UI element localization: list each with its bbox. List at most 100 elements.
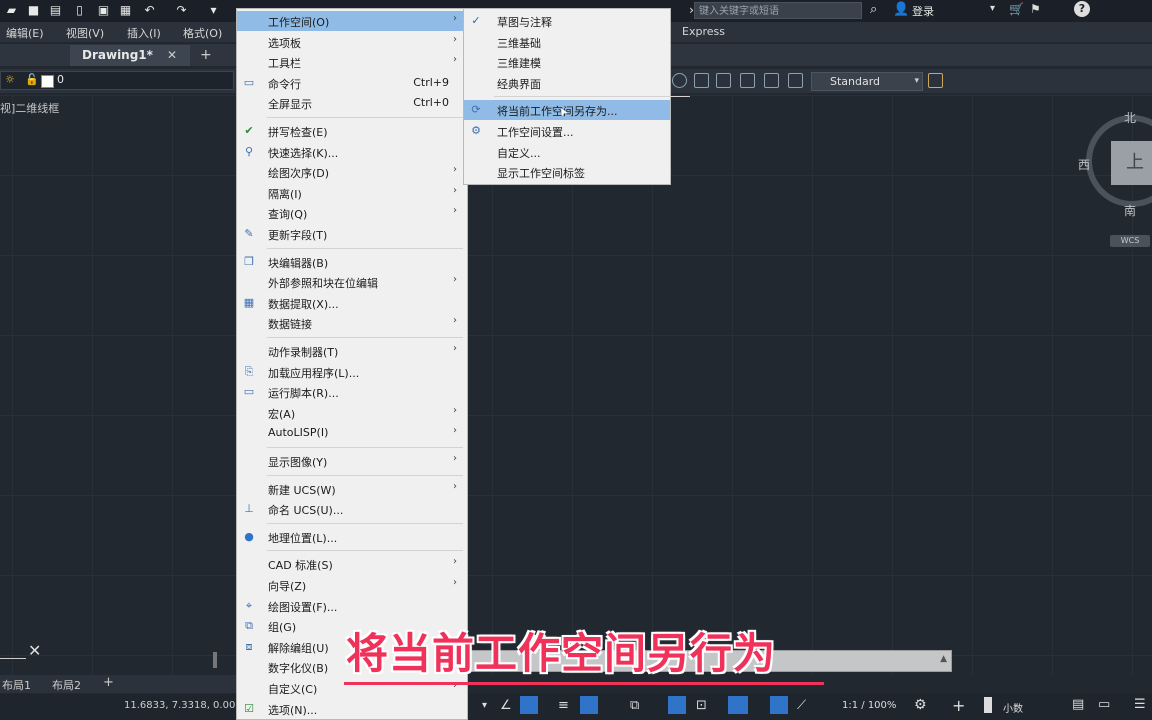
help-icon[interactable]: ? — [1074, 1, 1090, 17]
clean-screen-icon[interactable]: ▭ — [1098, 697, 1110, 712]
menu-item[interactable]: ☑ 选项(N)... — [237, 699, 467, 719]
menu-item[interactable]: ▭ 运行脚本(R)... — [237, 382, 467, 402]
selection-cycle-icon[interactable]: ⧉ — [630, 698, 639, 713]
customize-icon[interactable]: ☰ — [1134, 697, 1146, 712]
user-icon[interactable]: 👤 — [893, 2, 909, 17]
dim-arc-icon[interactable] — [740, 73, 755, 88]
dim-update-icon[interactable] — [788, 73, 803, 88]
chevron-down-icon[interactable]: ▾ — [990, 3, 995, 14]
annotation-scale[interactable]: 1:1 / 100% — [842, 700, 896, 711]
menu-item[interactable]: 自定义(C) › — [237, 678, 467, 698]
menu-edit[interactable]: 编辑(E) — [6, 25, 44, 41]
tab-layout1[interactable]: 布局1 — [2, 677, 31, 693]
isolate-icon[interactable] — [984, 697, 992, 713]
menu-item[interactable]: ✎ 更新字段(T) — [237, 224, 467, 244]
tab-layout2[interactable]: 布局2 — [52, 677, 81, 693]
chevron-up-icon[interactable]: ▲ — [940, 654, 947, 664]
open-icon[interactable]: ▰ — [4, 3, 19, 18]
multileader-style-icon[interactable] — [928, 73, 943, 88]
close-icon[interactable]: ✕ — [28, 641, 41, 660]
autodesk-apps-icon[interactable]: ⚑ — [1030, 2, 1041, 16]
menu-item[interactable]: 外部参照和块在位编辑 › — [237, 272, 467, 292]
grid-icon[interactable] — [520, 696, 538, 714]
save-as-icon[interactable]: ▤ — [48, 3, 63, 18]
compass-north[interactable]: 北 — [1124, 109, 1136, 126]
dim-angular-icon[interactable] — [716, 73, 731, 88]
menu-item[interactable]: 动作录制器(T) › — [237, 341, 467, 361]
tab-drawing1[interactable]: Drawing1* ✕ — [70, 45, 190, 66]
annotation-monitor-icon[interactable]: ⊡ — [696, 698, 707, 713]
menu-item[interactable]: ⚙ 工作空间设置... — [464, 121, 670, 141]
cmdline-handle[interactable] — [213, 652, 217, 668]
compass-west[interactable]: 西 — [1078, 156, 1090, 173]
menu-item[interactable]: ⌖ 绘图设置(F)... — [237, 596, 467, 616]
osnap-icon[interactable] — [668, 696, 686, 714]
redo-icon[interactable]: ↷ — [174, 3, 189, 18]
menu-item[interactable]: ⚲ 快速选择(K)... — [237, 142, 467, 162]
save-icon[interactable]: ■ — [26, 3, 41, 18]
menu-item[interactable]: 三维建模 — [464, 52, 670, 72]
units-value[interactable]: 小数 — [1003, 700, 1023, 715]
dim-tool-icon[interactable] — [694, 73, 709, 88]
menu-item[interactable]: 显示图像(Y) › — [237, 451, 467, 471]
menu-item[interactable]: 选项板 › — [237, 32, 467, 52]
gear-icon[interactable]: ⚙ — [914, 697, 927, 713]
annotation-visibility-icon[interactable] — [770, 696, 788, 714]
undo-icon[interactable]: ↶ — [142, 3, 157, 18]
coordinate-readout[interactable]: 11.6833, 7.3318, 0.000 — [124, 700, 242, 711]
menu-item[interactable]: 绘图次序(D) › — [237, 162, 467, 182]
menu-item[interactable]: 全屏显示 Ctrl+0 — [237, 93, 467, 113]
autoscale-icon[interactable]: ⟋ — [797, 698, 806, 713]
menu-insert[interactable]: 插入(I) — [127, 25, 161, 41]
menu-item[interactable]: ● 地理位置(L)... — [237, 527, 467, 547]
cart-icon[interactable]: 🛒 — [1009, 2, 1024, 16]
search-icon[interactable]: ⌕ — [870, 2, 877, 17]
menu-item[interactable]: AutoLISP(I) › — [237, 423, 467, 443]
menu-item[interactable]: ▦ 数据提取(X)... — [237, 293, 467, 313]
menu-item[interactable]: 工具栏 › — [237, 52, 467, 72]
lineweight-icon[interactable]: ≡ — [558, 698, 569, 713]
menu-item[interactable]: ⊥ 命名 UCS(U)... — [237, 499, 467, 519]
menu-item[interactable]: 查询(Q) › — [237, 203, 467, 223]
menu-item[interactable]: 隔离(I) › — [237, 183, 467, 203]
transparency-icon[interactable] — [580, 696, 598, 714]
menu-item[interactable]: 显示工作空间标签 — [464, 162, 670, 182]
menu-express[interactable]: Express — [682, 25, 725, 38]
menu-item[interactable]: ❒ 块编辑器(B) — [237, 252, 467, 272]
add-layout-button[interactable]: + — [103, 675, 114, 690]
menu-item[interactable]: 新建 UCS(W) › — [237, 479, 467, 499]
menu-item[interactable]: 三维基础 — [464, 32, 670, 52]
wcs-menu[interactable]: WCS — [1110, 235, 1150, 247]
new-tab-button[interactable]: + — [200, 47, 212, 63]
menu-item[interactable]: ▭ 命令行 Ctrl+9 — [237, 73, 467, 93]
plus-icon[interactable]: + — [952, 696, 965, 715]
search-input[interactable]: 键入关键字或短语 — [694, 2, 862, 19]
menu-item[interactable]: 经典界面 — [464, 73, 670, 93]
workspace-switch-icon[interactable] — [728, 696, 748, 714]
menu-item[interactable]: 自定义... — [464, 142, 670, 162]
circle-tool-icon[interactable] — [672, 73, 687, 88]
layer-control[interactable]: ☼ 🔓 0 — [0, 71, 234, 90]
chevron-down-icon[interactable]: ▾ — [482, 700, 487, 711]
text-style-dropdown[interactable]: Standard ▾ — [811, 72, 923, 91]
menu-item[interactable]: ✓ 草图与注释 — [464, 11, 670, 31]
print-icon[interactable]: ▦ — [118, 3, 133, 18]
menu-item[interactable]: 数据链接 › — [237, 313, 467, 333]
compass-south[interactable]: 南 — [1124, 202, 1136, 219]
dropdown-icon[interactable]: ▾ — [206, 3, 221, 18]
menu-item[interactable]: ✔ 拼写检查(E) — [237, 121, 467, 141]
dim-style-icon[interactable] — [764, 73, 779, 88]
menu-item[interactable]: 宏(A) › — [237, 403, 467, 423]
polar-icon[interactable]: ∠ — [500, 698, 512, 713]
viewport-controls-label[interactable]: 视]二维线框 — [0, 100, 59, 116]
publish-icon[interactable]: ▯ — [72, 3, 87, 18]
menu-item[interactable]: ⎘ 加载应用程序(L)... — [237, 362, 467, 382]
close-icon[interactable]: ✕ — [167, 48, 177, 62]
menu-item[interactable]: 工作空间(O) › — [237, 11, 467, 31]
menu-format[interactable]: 格式(O) — [183, 25, 222, 41]
quick-properties-icon[interactable]: ▤ — [1072, 697, 1084, 712]
menu-item[interactable]: 向导(Z) › — [237, 575, 467, 595]
plot-icon[interactable]: ▣ — [96, 3, 111, 18]
menu-view[interactable]: 视图(V) — [66, 25, 104, 41]
menu-item[interactable]: CAD 标准(S) › — [237, 554, 467, 574]
